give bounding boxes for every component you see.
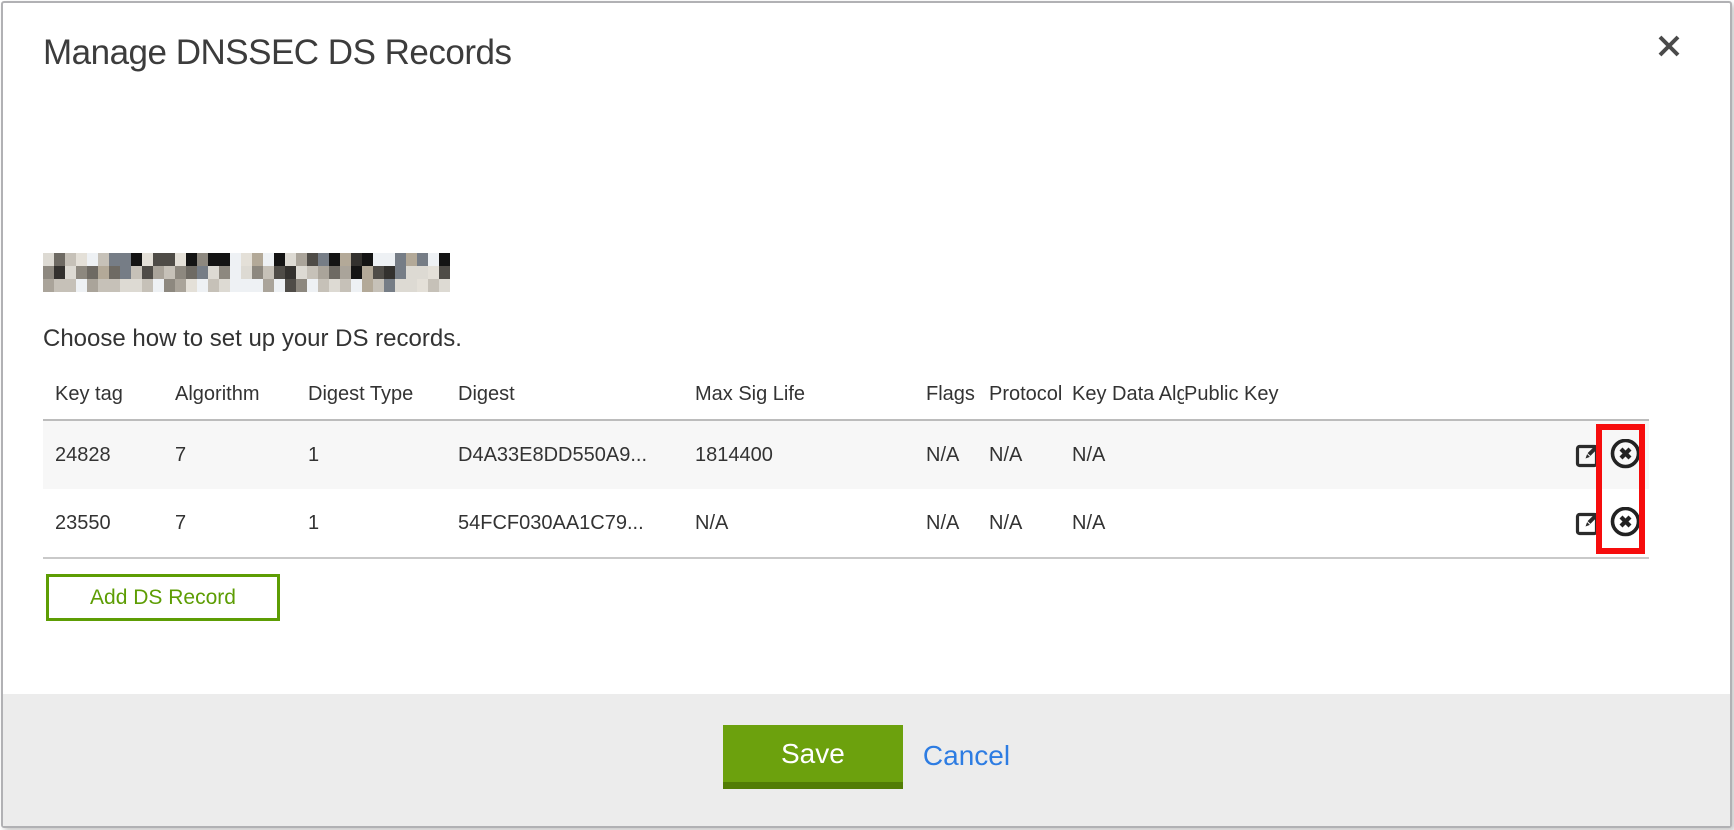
ds-records-table: Key tag Algorithm Digest Type Digest Max…	[43, 369, 1649, 559]
column-header-max-sig-life: Max Sig Life	[695, 383, 926, 406]
cell-algorithm: 7	[175, 512, 308, 535]
column-header-algorithm: Algorithm	[175, 383, 308, 406]
cell-algorithm: 7	[175, 444, 308, 467]
cell-key-data-alg: N/A	[1072, 512, 1184, 535]
table-header-row: Key tag Algorithm Digest Type Digest Max…	[43, 369, 1649, 419]
edit-record-button[interactable]	[1573, 439, 1605, 471]
edit-pencil-icon	[1574, 507, 1604, 539]
column-header-flags: Flags	[926, 383, 989, 406]
table-row: 23550 7 1 54FCF030AA1C79... N/A N/A N/A …	[43, 489, 1649, 557]
cell-max-sig-life: N/A	[695, 512, 926, 535]
column-header-digest-type: Digest Type	[308, 383, 458, 406]
x-circle-icon	[1609, 439, 1642, 471]
cell-max-sig-life: 1814400	[695, 444, 926, 467]
cell-digest-type: 1	[308, 444, 458, 467]
screen: Manage DNSSEC DS Records Choose how to s…	[0, 0, 1734, 830]
column-header-key-tag: Key tag	[55, 383, 175, 406]
column-header-protocol: Protocol	[989, 383, 1072, 406]
cell-digest-type: 1	[308, 512, 458, 535]
cell-key-data-alg: N/A	[1072, 444, 1184, 467]
cell-protocol: N/A	[989, 512, 1072, 535]
add-ds-record-button[interactable]: Add DS Record	[46, 574, 280, 621]
edit-pencil-icon	[1574, 439, 1604, 471]
cell-digest: D4A33E8DD550A9...	[458, 444, 695, 467]
page-title: Manage DNSSEC DS Records	[43, 33, 511, 73]
edit-record-button[interactable]	[1573, 507, 1605, 539]
save-button[interactable]: Save	[723, 725, 903, 789]
table-row: 24828 7 1 D4A33E8DD550A9... 1814400 N/A …	[43, 421, 1649, 489]
delete-record-button[interactable]	[1609, 439, 1641, 471]
x-circle-icon	[1609, 507, 1642, 539]
modal-footer: Save Cancel	[3, 694, 1730, 826]
cell-flags: N/A	[926, 444, 989, 467]
column-header-digest: Digest	[458, 383, 695, 406]
cell-key-tag: 24828	[55, 444, 175, 467]
row-actions	[1561, 439, 1641, 471]
table-body: 24828 7 1 D4A33E8DD550A9... 1814400 N/A …	[43, 419, 1649, 559]
column-header-public-key: Public Key	[1184, 383, 1561, 406]
cell-digest: 54FCF030AA1C79...	[458, 512, 695, 535]
cell-flags: N/A	[926, 512, 989, 535]
instruction-text: Choose how to set up your DS records.	[43, 325, 462, 353]
cancel-link[interactable]: Cancel	[923, 740, 1010, 772]
row-actions	[1561, 507, 1641, 539]
redacted-domain-name	[43, 253, 450, 292]
cell-protocol: N/A	[989, 444, 1072, 467]
cell-key-tag: 23550	[55, 512, 175, 535]
delete-record-button[interactable]	[1609, 507, 1641, 539]
column-header-key-data-alg: Key Data Alg	[1072, 383, 1184, 406]
manage-dnssec-modal: Manage DNSSEC DS Records Choose how to s…	[1, 1, 1732, 828]
close-icon	[1654, 31, 1684, 64]
close-button[interactable]	[1651, 29, 1687, 65]
